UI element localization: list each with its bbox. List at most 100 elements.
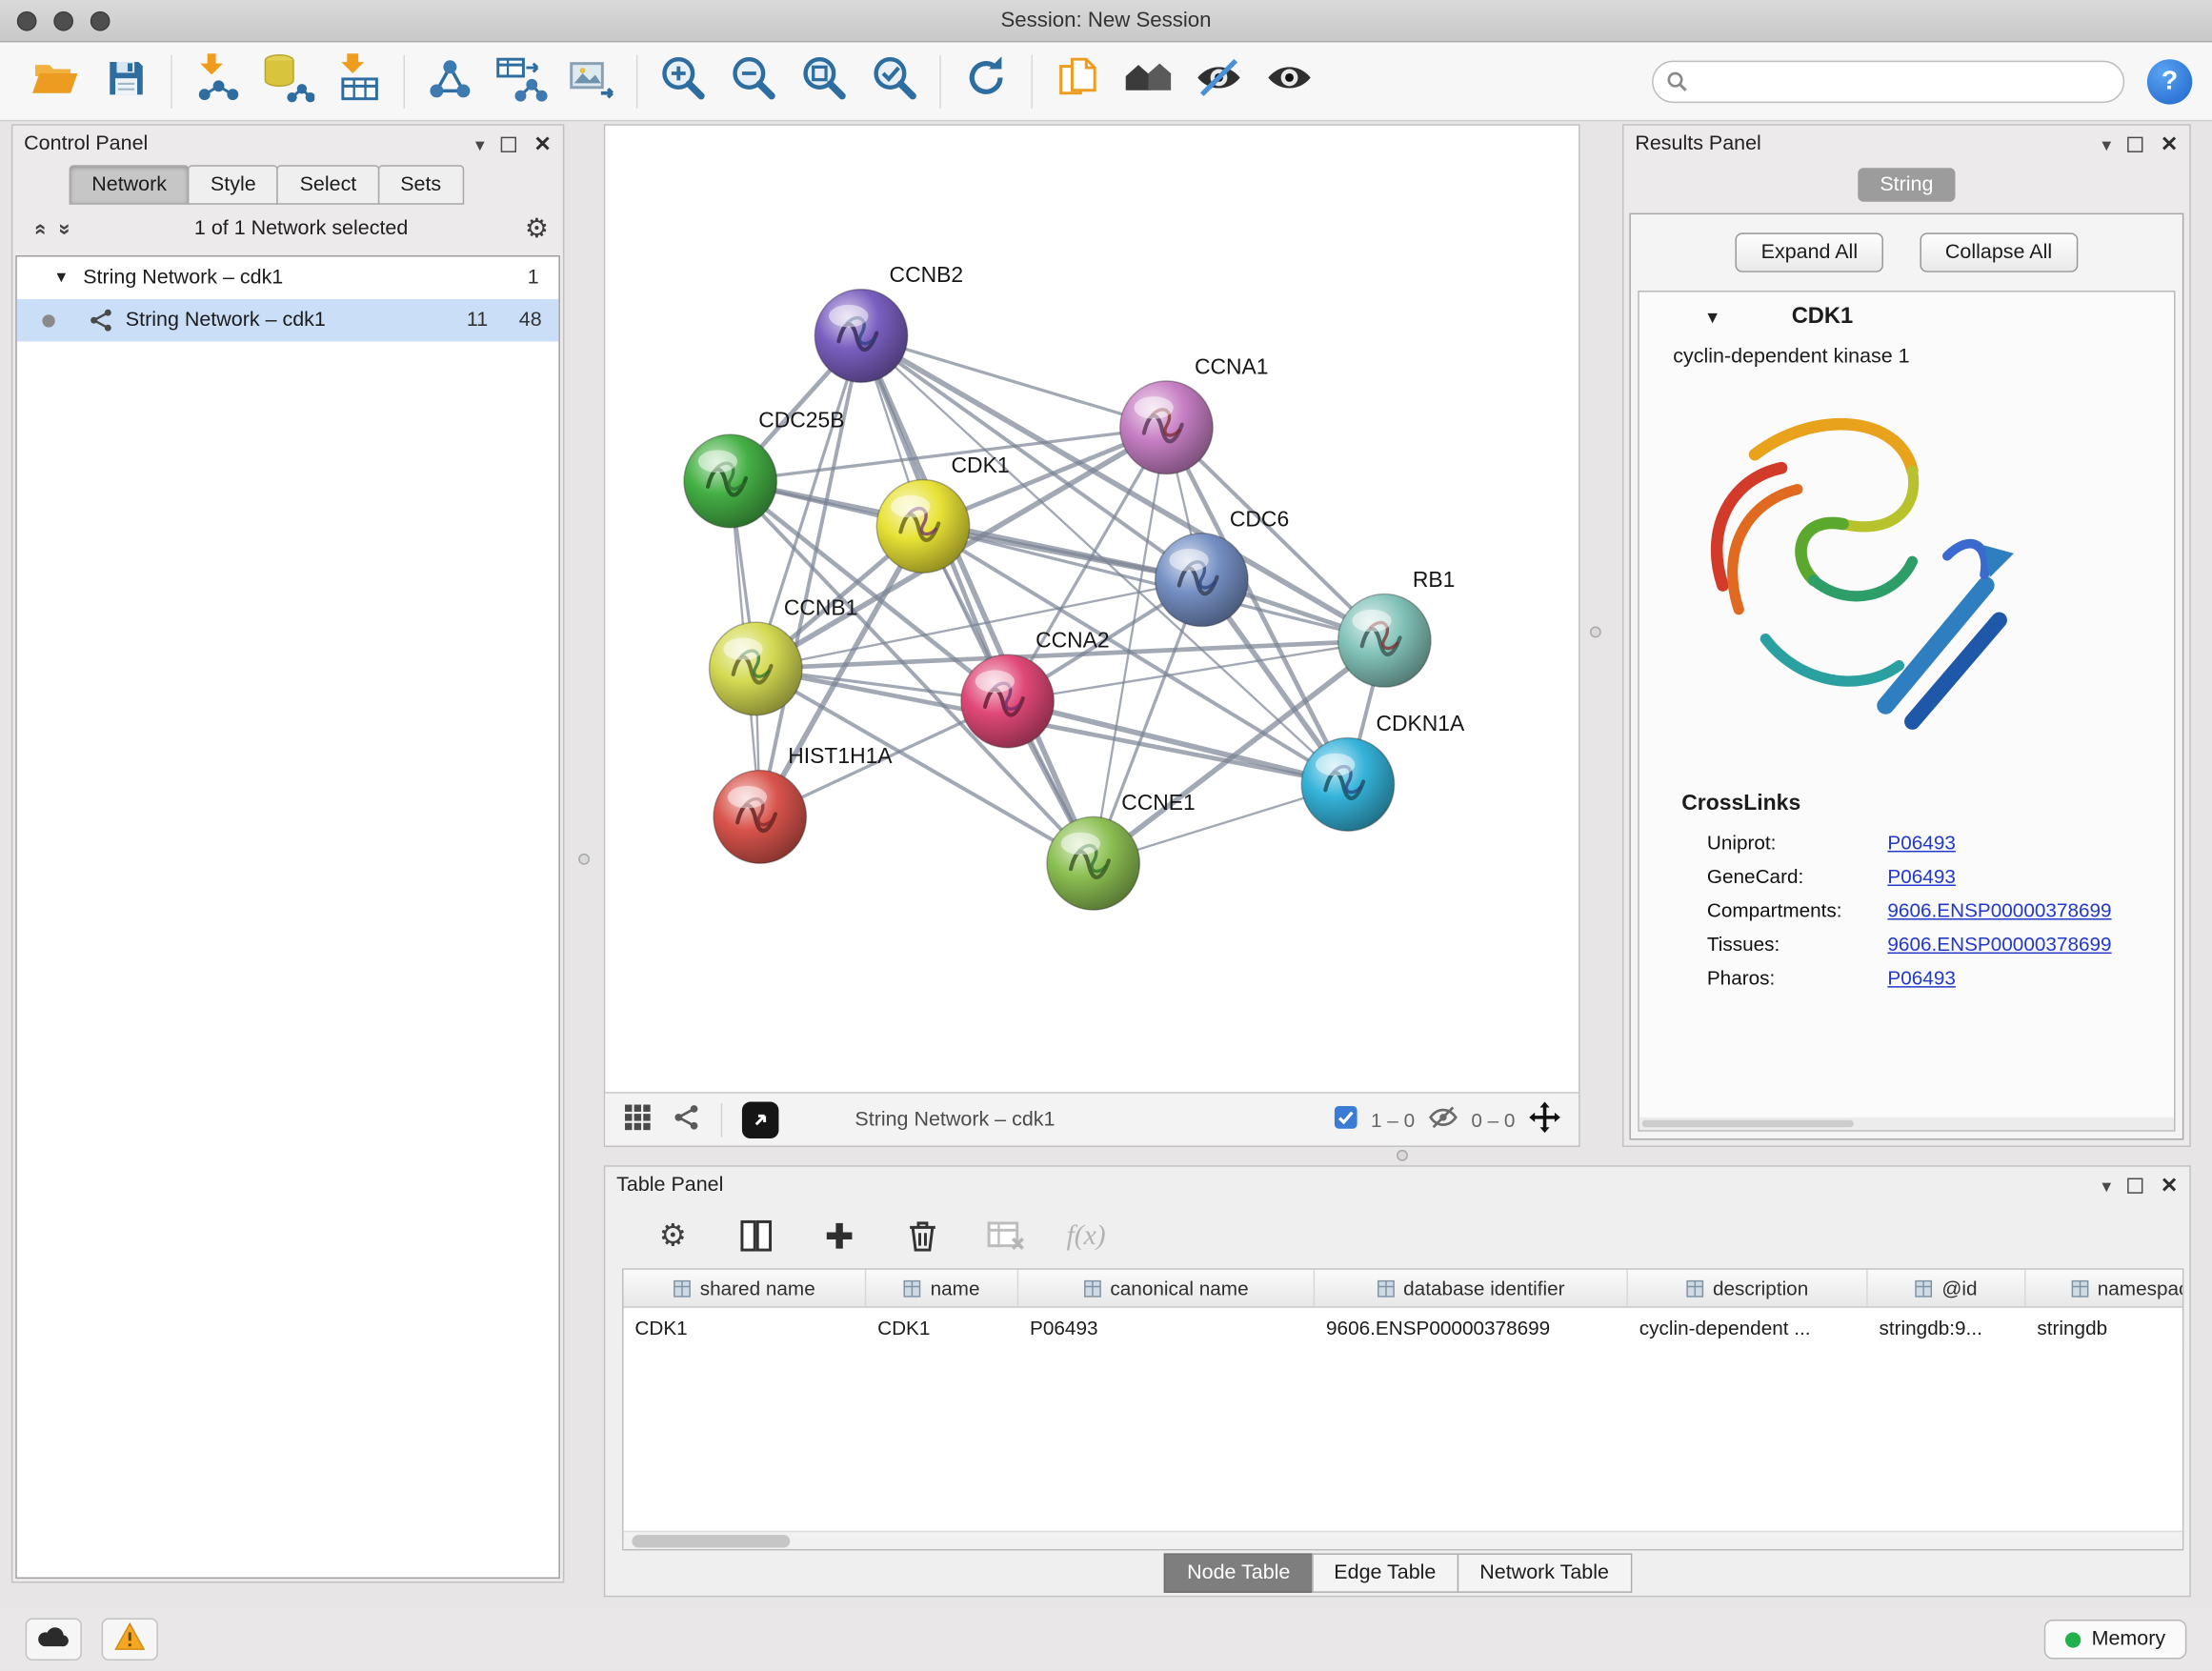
crosslink-link[interactable]: P06493 — [1887, 831, 1955, 854]
open-session-button[interactable] — [20, 48, 90, 115]
function-builder-icon[interactable]: f(x) — [1067, 1214, 1106, 1258]
panel-close-icon[interactable]: ✕ — [2161, 133, 2179, 154]
column-header[interactable]: name — [866, 1270, 1018, 1307]
panel-float-icon[interactable] — [2128, 1178, 2143, 1193]
panel-close-icon[interactable]: ✕ — [2161, 1175, 2179, 1196]
refresh-view-button[interactable] — [951, 48, 1021, 115]
import-network-from-database-button[interactable] — [252, 48, 323, 115]
show-all-button[interactable] — [1254, 48, 1324, 115]
network-node-CDK1[interactable]: CDK1 — [876, 453, 1009, 573]
hidden-eye-slash-icon[interactable] — [1427, 1105, 1458, 1135]
zoom-out-button[interactable] — [718, 48, 789, 115]
network-collection-row[interactable]: ▼ String Network – cdk1 1 — [17, 257, 559, 299]
scrollbar-thumb[interactable] — [632, 1535, 790, 1547]
collapse-all-button[interactable]: Collapse All — [1920, 232, 2078, 272]
panel-menu-icon[interactable]: ▾ — [475, 134, 485, 152]
table-row[interactable]: CDK1 CDK1 P06493 9606.ENSP00000378699 cy… — [624, 1308, 2184, 1347]
column-header[interactable]: description — [1628, 1270, 1868, 1307]
node-table: shared name name canonical name database… — [622, 1268, 2183, 1550]
crosslink-link[interactable]: P06493 — [1887, 865, 1955, 888]
section-collapse-icon[interactable]: ▼ — [1704, 308, 1721, 328]
cloud-status-button[interactable] — [26, 1619, 82, 1661]
delete-table-icon[interactable] — [983, 1214, 1028, 1258]
crosslink-link[interactable]: P06493 — [1887, 966, 1955, 989]
results-scrollbar[interactable] — [1639, 1117, 2174, 1130]
column-header[interactable]: shared name — [624, 1270, 867, 1307]
panel-float-icon[interactable] — [501, 136, 516, 151]
column-header[interactable]: canonical name — [1018, 1270, 1315, 1307]
expand-all-icon[interactable]: » — [28, 216, 51, 242]
network-node-CCNB2[interactable]: CCNB2 — [814, 262, 963, 382]
crosslink-link[interactable]: 9606.ENSP00000378699 — [1887, 898, 2111, 921]
window-minimize-button[interactable] — [53, 11, 73, 31]
collapse-triangle-icon[interactable]: ▼ — [53, 270, 69, 287]
network-node-CCNA1[interactable]: CCNA1 — [1120, 353, 1269, 473]
network-node-RB1[interactable]: RB1 — [1338, 567, 1456, 687]
zoom-in-icon — [657, 52, 708, 111]
gene-section: ▼ CDK1 cyclin-dependent kinase 1 — [1638, 291, 2175, 1132]
tab-style[interactable]: Style — [188, 165, 278, 204]
tab-network[interactable]: Network — [70, 165, 190, 204]
network-node-CDKN1A[interactable]: CDKN1A — [1301, 711, 1465, 831]
tab-select[interactable]: Select — [277, 165, 379, 204]
tab-string[interactable]: String — [1858, 168, 1956, 202]
status-bar: Memory — [0, 1608, 2212, 1670]
network-node-CDC6[interactable]: CDC6 — [1156, 506, 1290, 626]
eye-slash-icon — [1192, 50, 1245, 111]
network-canvas[interactable]: CCNB2CCNA1CDC25BCDK1CDC6RB1CCNB1CCNA2CDK… — [605, 126, 1579, 1092]
expand-all-button[interactable]: Expand All — [1736, 232, 1883, 272]
panel-close-icon[interactable]: ✕ — [533, 133, 552, 154]
warnings-button[interactable] — [102, 1619, 158, 1661]
table-settings-gear-icon[interactable]: ⚙ — [651, 1214, 695, 1258]
tab-network-table[interactable]: Network Table — [1458, 1553, 1632, 1592]
tab-edge-table[interactable]: Edge Table — [1312, 1553, 1458, 1592]
selected-checkbox-icon[interactable] — [1333, 1105, 1358, 1135]
tab-node-table[interactable]: Node Table — [1164, 1553, 1313, 1592]
memory-button[interactable]: Memory — [2043, 1620, 2186, 1659]
delete-column-trash-icon[interactable] — [900, 1214, 945, 1258]
network-row-selected[interactable]: String Network – cdk1 11 48 — [17, 299, 559, 341]
table-cell: cyclin-dependent ... — [1628, 1317, 1868, 1339]
show-columns-icon[interactable] — [734, 1214, 778, 1258]
new-network-button[interactable] — [414, 48, 485, 115]
splitter-handle[interactable] — [1397, 1150, 1408, 1161]
zoom-in-button[interactable] — [648, 48, 718, 115]
fit-content-icon[interactable] — [1528, 1100, 1562, 1138]
zoom-selected-button[interactable] — [859, 48, 930, 115]
table-panel: Table Panel ▾ ✕ ⚙ f(x) shared name name … — [604, 1165, 2191, 1597]
copy-document-button[interactable] — [1042, 48, 1113, 115]
column-header[interactable]: database identifier — [1315, 1270, 1628, 1307]
import-network-from-file-button[interactable] — [182, 48, 252, 115]
window-close-button[interactable] — [17, 11, 37, 31]
graphics-details-icon[interactable] — [673, 1103, 701, 1136]
detach-view-button[interactable] — [742, 1101, 779, 1138]
collapse-all-icon[interactable]: » — [53, 216, 77, 242]
import-table-from-file-button[interactable] — [323, 48, 393, 115]
network-node-HIST1H1A[interactable]: HIST1H1A — [714, 743, 893, 863]
panel-menu-icon[interactable]: ▾ — [2101, 134, 2111, 152]
add-column-icon[interactable] — [816, 1214, 861, 1258]
splitter-handle[interactable] — [1590, 627, 1601, 638]
panel-float-icon[interactable] — [2128, 136, 2143, 151]
help-button[interactable]: ? — [2147, 58, 2192, 103]
birds-eye-view-icon[interactable] — [622, 1102, 654, 1137]
network-node-label: CCNA1 — [1195, 353, 1269, 378]
export-image-button[interactable] — [555, 48, 626, 115]
column-header[interactable]: @id — [1868, 1270, 2026, 1307]
column-header[interactable]: namespace — [2026, 1270, 2184, 1307]
hide-selected-button[interactable] — [1183, 48, 1254, 115]
network-node-CCNB1[interactable]: CCNB1 — [710, 595, 858, 715]
splitter-handle[interactable] — [578, 854, 590, 865]
zoom-fit-button[interactable] — [789, 48, 859, 115]
home-button[interactable] — [1113, 48, 1183, 115]
search-input[interactable] — [1652, 60, 2124, 102]
new-network-from-table-button[interactable] — [485, 48, 555, 115]
hidden-counts: 0 – 0 — [1471, 1108, 1515, 1131]
crosslink-link[interactable]: 9606.ENSP00000378699 — [1887, 933, 2111, 956]
panel-menu-icon[interactable]: ▾ — [2101, 1176, 2111, 1194]
table-horizontal-scrollbar[interactable] — [624, 1531, 2182, 1549]
tab-sets[interactable]: Sets — [378, 165, 464, 204]
save-session-button[interactable] — [90, 48, 161, 115]
gear-icon[interactable]: ⚙ — [525, 215, 549, 242]
window-zoom-button[interactable] — [90, 11, 111, 31]
